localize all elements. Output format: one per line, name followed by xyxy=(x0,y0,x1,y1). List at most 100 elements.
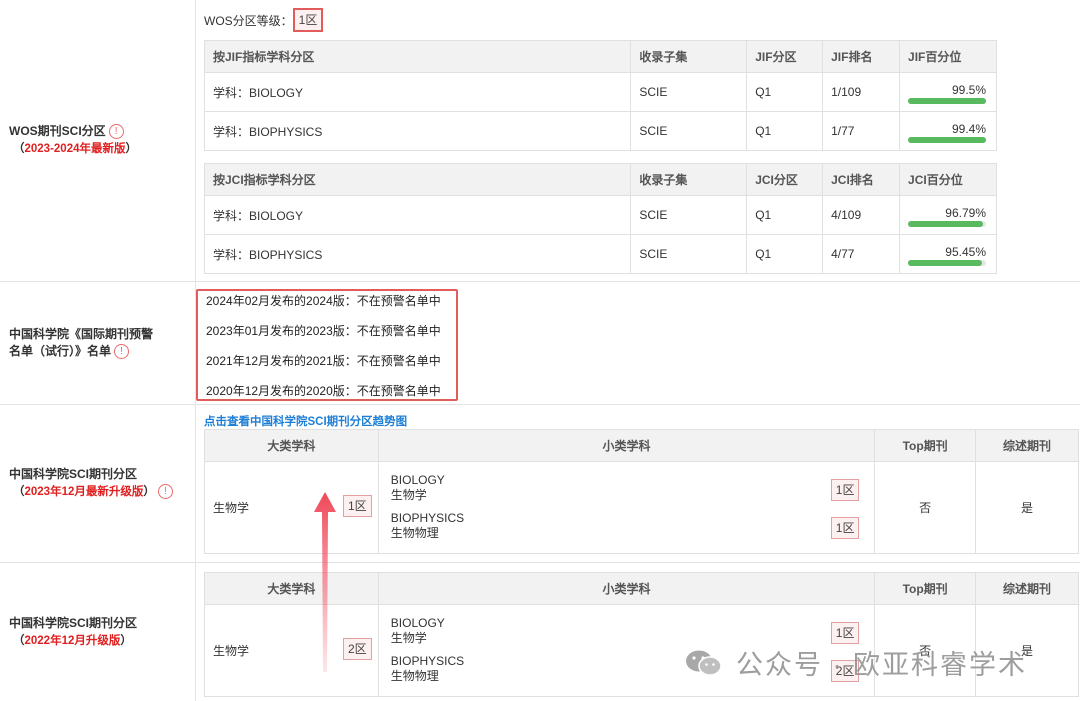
jif-header: 收录子集 xyxy=(630,40,748,73)
cas-warning-section: 中国科学院《国际期刊预警 名单（试行）》名单! xyxy=(0,282,1080,405)
cas-2022-label: 中国科学院SCI期刊分区 （2022年12月升级版） xyxy=(0,563,196,701)
percentile-bar xyxy=(908,137,986,143)
top-cell: 否 xyxy=(874,461,977,554)
percentile-bar xyxy=(908,98,986,104)
minor-subject-cn: 生物学 xyxy=(390,488,427,502)
minor-cell: BIOLOGY 生物学 1区 BIOPHYSICS 生物物理 1区 xyxy=(377,461,876,554)
subject-cell: 学科：BIOLOGY xyxy=(203,195,632,235)
watermark: 公众号 · 欧亚科睿学术 xyxy=(684,643,1027,682)
subset-cell: SCIE xyxy=(630,234,748,274)
zone-cell: Q1 xyxy=(746,234,824,274)
jci-header: 收录子集 xyxy=(630,163,748,196)
paren-close: ） xyxy=(120,634,132,647)
jif-header: JIF排名 xyxy=(822,40,901,73)
subject-cell: 学科：BIOPHYSICS xyxy=(203,111,632,151)
jci-table: 按JCI指标学科分区 收录子集 JCI分区 JCI排名 JCI百分位 学科：BI… xyxy=(203,163,997,274)
minor-subject-item: BIOPHYSICS 生物物理 xyxy=(391,654,464,684)
jci-header: 按JCI指标学科分区 xyxy=(203,163,632,196)
minor-subject-en: BIOPHYSICS xyxy=(390,511,465,525)
wechat-icon xyxy=(686,650,722,676)
wos-label: WOS期刊SCI分区! （2023-2024年最新版） xyxy=(0,0,196,281)
col-header-top: Top期刊 xyxy=(874,572,977,605)
minor-zone-badge: 1区 xyxy=(830,517,860,539)
paren-open: （ xyxy=(13,486,25,498)
col-header-major: 大类学科 xyxy=(204,429,379,462)
percentile-bar-fill xyxy=(908,260,983,266)
cas-trend-link[interactable]: 点击查看中国科学院SCI期刊分区趋势图 xyxy=(204,413,407,429)
col-header-major: 大类学科 xyxy=(204,572,379,605)
minor-subject-item: BIOPHYSICS 生物物理 xyxy=(391,511,464,541)
wos-grade-label: WOS分区等级： xyxy=(204,13,293,28)
zone-cell: Q1 xyxy=(746,111,824,151)
percentile-bar-fill xyxy=(908,137,986,143)
minor-subject-cn: 生物物理 xyxy=(390,526,439,540)
minor-subject-en: BIOPHYSICS xyxy=(390,654,465,668)
col-header-top: Top期刊 xyxy=(874,429,977,462)
wos-label-title: WOS期刊SCI分区 xyxy=(9,124,106,138)
info-icon[interactable]: ! xyxy=(114,344,130,360)
jci-header: JCI排名 xyxy=(822,163,901,196)
watermark-text: 公众号 · 欧亚科睿学术 xyxy=(736,650,1027,680)
rank-cell: 4/109 xyxy=(822,195,901,235)
major-subject: 生物学 xyxy=(213,501,250,515)
cas-warning-label-line1: 中国科学院《国际期刊预警 xyxy=(9,327,154,341)
percentile-bar-fill xyxy=(908,98,986,104)
warning-item: 2024年02月发布的2024版：不在预警名单中 xyxy=(206,294,441,308)
percentile-bar xyxy=(908,221,986,227)
cas-warning-box: 2024年02月发布的2024版：不在预警名单中 2023年01月发布的2023… xyxy=(196,289,458,401)
warning-item: 2021年12月发布的2021版：不在预警名单中 xyxy=(206,354,441,368)
col-header-minor: 小类学科 xyxy=(377,572,876,605)
percentile-cell: 99.5% xyxy=(899,72,997,112)
rank-cell: 4/77 xyxy=(822,234,901,274)
minor-zone-badge: 1区 xyxy=(830,622,860,644)
table-row: 学科：BIOLOGY SCIE Q1 1/109 99.5% xyxy=(203,72,997,112)
col-header-minor: 小类学科 xyxy=(377,429,876,462)
paren-open: （ xyxy=(13,634,25,647)
major-zone-badge: 1区 xyxy=(343,495,372,517)
jif-header-row: 按JIF指标学科分区 收录子集 JIF分区 JIF排名 JIF百分位 xyxy=(203,40,997,73)
wos-label-sub: 2023-2024年最新版 xyxy=(24,143,126,155)
subset-cell: SCIE xyxy=(630,195,748,235)
rank-cell: 1/77 xyxy=(822,111,901,151)
cas-2023-label-sub: 2023年12月最新升级版 xyxy=(24,486,144,498)
rank-cell: 1/109 xyxy=(822,72,901,112)
major-zone-badge: 2区 xyxy=(343,638,372,660)
wos-grade-badge: 1区 xyxy=(292,8,324,32)
jif-header: JIF百分位 xyxy=(899,40,997,73)
percentile-bar xyxy=(908,260,986,266)
percentile-cell: 96.79% xyxy=(899,195,997,235)
info-icon[interactable]: ! xyxy=(108,124,124,140)
cas-2023-label-title: 中国科学院SCI期刊分区 xyxy=(9,467,138,481)
cas-2022-label-sub: 2022年12月升级版 xyxy=(24,634,121,647)
percentile-value: 99.5% xyxy=(951,83,986,97)
warning-item: 2023年01月发布的2023版：不在预警名单中 xyxy=(206,324,441,338)
minor-subject-cn: 生物学 xyxy=(390,631,427,645)
info-icon[interactable]: ! xyxy=(157,484,173,500)
cas-2022-label-title: 中国科学院SCI期刊分区 xyxy=(9,615,138,630)
col-header-review: 综述期刊 xyxy=(975,572,1079,605)
percentile-value: 95.45% xyxy=(945,245,986,259)
table-row: 学科：BIOPHYSICS SCIE Q1 4/77 95.45% xyxy=(203,234,997,274)
subset-cell: SCIE xyxy=(630,111,748,151)
subject-cell: 学科：BIOPHYSICS xyxy=(203,234,632,274)
paren-close: ） xyxy=(125,143,138,155)
paren-open: （ xyxy=(13,143,25,155)
subject-cell: 学科：BIOLOGY xyxy=(203,72,632,112)
cas-2023-header-row: 大类学科 小类学科 Top期刊 综述期刊 xyxy=(204,429,1079,462)
wos-section: WOS期刊SCI分区! （2023-2024年最新版） WOS分区等级： 1区 … xyxy=(0,0,1080,282)
major-subject: 生物学 xyxy=(213,644,250,658)
col-header-review: 综述期刊 xyxy=(975,429,1079,462)
cas-warning-label-line2: 名单（试行）》名单 xyxy=(9,344,112,358)
jif-header: 按JIF指标学科分区 xyxy=(203,40,632,73)
jci-header: JCI分区 xyxy=(746,163,824,196)
major-cell: 生物学 1区 xyxy=(204,461,379,554)
jif-table: 按JIF指标学科分区 收录子集 JIF分区 JIF排名 JIF百分位 学科：BI… xyxy=(203,40,997,151)
percentile-value: 99.4% xyxy=(951,122,986,136)
percentile-value: 96.79% xyxy=(945,206,986,220)
cas-2023-label: 中国科学院SCI期刊分区 （2023年12月最新升级版）! xyxy=(0,405,196,562)
table-row: 学科：BIOPHYSICS SCIE Q1 1/77 99.4% xyxy=(203,111,997,151)
warning-item: 2020年12月发布的2020版：不在预警名单中 xyxy=(206,384,441,398)
percentile-cell: 95.45% xyxy=(899,234,997,274)
major-cell: 生物学 2区 xyxy=(204,604,379,697)
minor-subject-cn: 生物物理 xyxy=(390,669,439,683)
